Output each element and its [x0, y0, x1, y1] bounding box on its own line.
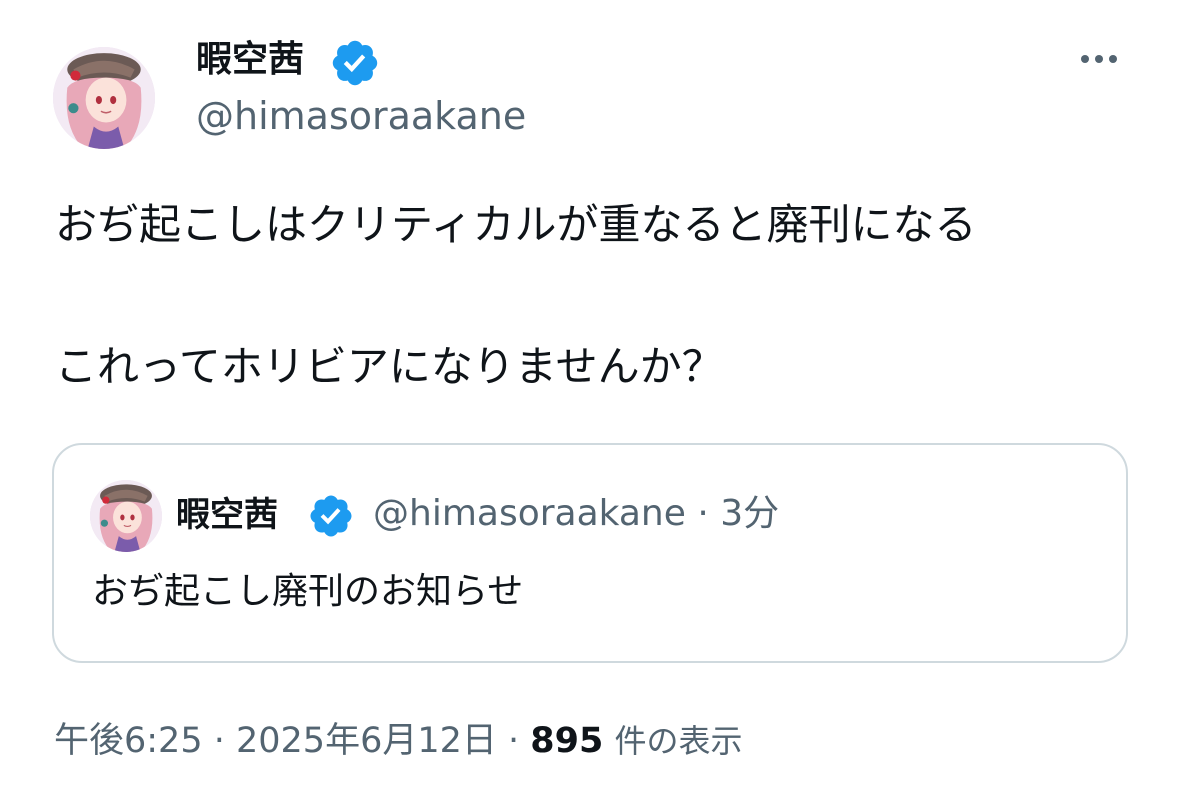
author-handle[interactable]: @himasoraakane	[196, 95, 526, 138]
quoted-author-display-name[interactable]: 暇空茜	[176, 498, 278, 532]
quoted-tweet-meta: @himasoraakane · 3分	[373, 496, 779, 532]
more-options-button[interactable]	[1073, 42, 1125, 76]
meta-separator: ·	[202, 721, 236, 761]
author-display-name[interactable]: 暇空茜	[196, 42, 304, 78]
quoted-tweet-text: おぢ起こし廃刊のお知らせ	[92, 571, 524, 612]
tweet-text-line-2: これってホリビアになりませんか？	[55, 342, 724, 391]
anime-character-avatar-icon	[53, 47, 155, 149]
quoted-author-avatar[interactable]	[90, 480, 162, 552]
anime-character-avatar-icon	[90, 480, 162, 552]
verified-badge-icon	[329, 37, 381, 89]
quoted-author-handle[interactable]: @himasoraakane	[373, 493, 686, 534]
views-count: 895	[530, 721, 604, 761]
tweet-text-line-1: おぢ起こしはクリティカルが重なると廃刊になる	[55, 200, 977, 249]
tweet-date[interactable]: 2025年6月12日	[236, 721, 497, 761]
more-icon	[1081, 55, 1089, 63]
meta-separator: ·	[496, 721, 531, 761]
quoted-tweet-card[interactable]	[52, 443, 1128, 663]
quoted-tweet-time[interactable]: 3分	[720, 493, 779, 534]
author-avatar[interactable]	[53, 47, 155, 149]
verified-badge-icon	[307, 492, 355, 540]
meta-separator: ·	[685, 493, 721, 534]
tweet-time[interactable]: 午後6:25	[54, 721, 203, 761]
tweet-metadata: 午後6:25 · 2025年6月12日 · 895 件の表示	[54, 722, 743, 761]
views-label: 件の表示	[614, 722, 743, 760]
